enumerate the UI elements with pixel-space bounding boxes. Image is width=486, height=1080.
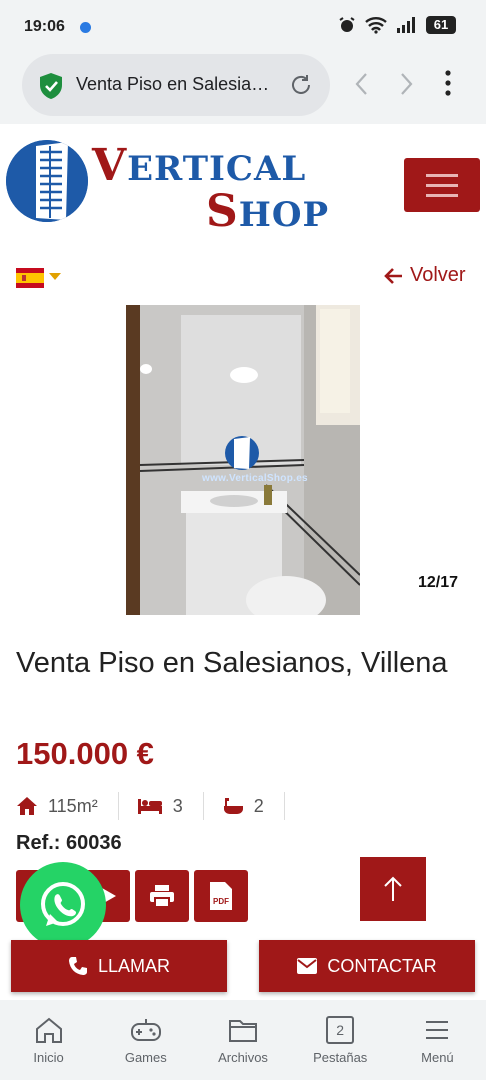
call-button[interactable]: LLAMAR xyxy=(11,940,227,992)
scroll-to-top-button[interactable] xyxy=(360,857,426,921)
area-value: 115m² xyxy=(48,795,98,816)
alarm-icon xyxy=(339,17,355,32)
whatsapp-button[interactable] xyxy=(20,862,106,948)
printer-icon xyxy=(150,885,174,908)
tabs-count: 2 xyxy=(336,1022,345,1038)
bath-icon xyxy=(223,798,243,814)
browser-back-icon[interactable] xyxy=(352,70,372,98)
photo-watermark: www.VerticalShop.es xyxy=(202,473,308,484)
folder-icon xyxy=(229,1020,257,1042)
phone-icon xyxy=(68,957,87,975)
feature-bathrooms: 2 xyxy=(222,792,285,820)
nav-label-games: Games xyxy=(124,1050,167,1065)
site-menu-button[interactable] xyxy=(404,158,480,212)
nav-label-pestanas: Pestañas xyxy=(313,1050,368,1065)
secure-shield-icon xyxy=(40,73,62,99)
more-options-icon[interactable] xyxy=(438,68,458,98)
contact-button-label: CONTACTAR xyxy=(327,955,437,976)
nav-label-archivos: Archivos xyxy=(218,1050,268,1065)
spain-flag-icon[interactable] xyxy=(16,268,44,288)
back-link-label: Volver xyxy=(410,264,466,286)
language-caret-icon[interactable] xyxy=(49,273,61,280)
nav-item-menu[interactable]: Menú xyxy=(389,1000,486,1080)
brand-initial-v: V xyxy=(92,140,128,191)
status-icons: 61 xyxy=(338,16,456,34)
listing-title: Venta Piso en Salesianos, Villena xyxy=(16,647,448,679)
feature-area: 115m² xyxy=(16,792,119,820)
home-icon xyxy=(17,797,37,815)
feature-bedrooms: 3 xyxy=(137,792,204,820)
brand-initial-s: S xyxy=(206,186,239,237)
reload-icon[interactable] xyxy=(288,72,314,98)
envelope-icon xyxy=(297,958,318,974)
contact-button[interactable]: CONTACTAR xyxy=(259,940,475,992)
bed-icon xyxy=(137,799,162,814)
pdf-icon: PDF xyxy=(210,882,232,910)
pdf-icon-label: PDF xyxy=(213,897,229,906)
brand-logo-icon[interactable] xyxy=(6,140,88,222)
wifi-icon xyxy=(365,17,387,34)
property-photo[interactable]: www.VerticalShop.es xyxy=(126,305,360,615)
brand-rest-2: HOP xyxy=(238,195,330,235)
brand-rest-1: ERTICAL xyxy=(127,149,307,189)
notification-dot-icon xyxy=(80,22,91,33)
pdf-button[interactable]: PDF xyxy=(194,870,248,922)
nav-item-archivos[interactable]: Archivos xyxy=(194,1000,291,1080)
bedrooms-value: 3 xyxy=(172,795,183,816)
whatsapp-icon xyxy=(41,882,85,926)
listing-reference: Ref.: 60036 xyxy=(16,832,122,854)
browser-bottom-nav: Inicio Games Archivos 2 Pestañas Menú xyxy=(0,1000,486,1080)
status-time: 19:06 xyxy=(24,18,65,35)
brand-name-line2: SHOP xyxy=(206,186,329,237)
nav-item-pestanas[interactable]: 2 Pestañas xyxy=(292,1000,389,1080)
photo-counter: 12/17 xyxy=(418,574,459,591)
arrow-up-icon xyxy=(384,876,402,901)
gamepad-icon xyxy=(130,1019,161,1041)
tabs-icon: 2 xyxy=(326,1016,355,1044)
brand-name-line1: VERTICAL xyxy=(92,140,306,191)
print-button[interactable] xyxy=(135,870,189,922)
page-title: Venta Piso en Salesia… xyxy=(76,74,270,94)
call-button-label: LLAMAR xyxy=(97,955,171,976)
bathrooms-value: 2 xyxy=(253,795,264,816)
home-icon xyxy=(35,1017,62,1043)
browser-forward-icon[interactable] xyxy=(396,70,416,98)
arrow-left-icon xyxy=(384,267,402,284)
nav-label-inicio: Inicio xyxy=(33,1050,64,1065)
status-bar: 19:06 61 xyxy=(0,0,486,52)
nav-item-games[interactable]: Games xyxy=(97,1000,194,1080)
listing-price: 150.000 € xyxy=(16,736,154,771)
nav-item-inicio[interactable]: Inicio xyxy=(0,1000,97,1080)
nav-label-menu: Menú xyxy=(421,1050,454,1065)
back-link[interactable]: Volver xyxy=(384,264,466,287)
menu-icon xyxy=(426,1021,449,1039)
battery-icon: 61 xyxy=(426,16,456,34)
signal-icon xyxy=(397,17,415,33)
address-bar[interactable]: Venta Piso en Salesia… xyxy=(22,54,330,116)
listing-features: 115m² 3 2 xyxy=(16,792,303,820)
